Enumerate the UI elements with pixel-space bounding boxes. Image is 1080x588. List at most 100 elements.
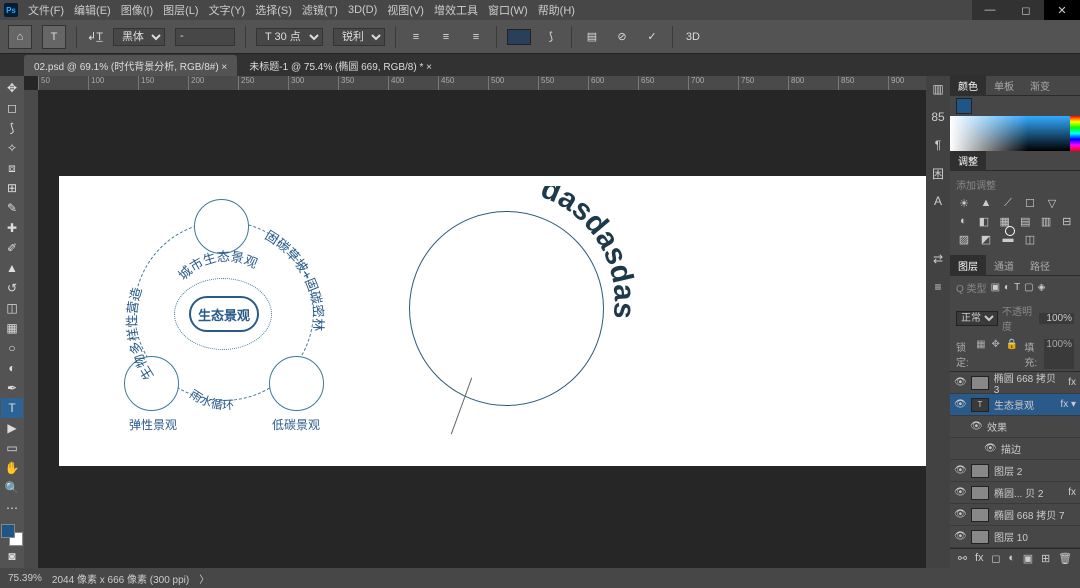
font-style-field[interactable]: -: [175, 28, 235, 46]
zoom-tool[interactable]: 🔍: [1, 478, 23, 498]
cancel-icon[interactable]: ⊘: [612, 27, 632, 47]
antialias-select[interactable]: 锐利: [333, 28, 385, 46]
character-panel-icon[interactable]: 85: [928, 108, 948, 126]
mask-icon[interactable]: ◻: [991, 552, 1000, 565]
document-tab[interactable]: 未标题-1 @ 75.4% (椭圆 669, RGB/8) * ×: [239, 55, 442, 76]
layer-style-icon[interactable]: fx: [975, 552, 984, 565]
lasso-tool[interactable]: ⟆: [1, 118, 23, 138]
adj-levels-icon[interactable]: ▲: [978, 196, 994, 210]
panel-icon[interactable]: ≡: [928, 278, 948, 296]
pen-tool[interactable]: ✒: [1, 378, 23, 398]
maximize-icon[interactable]: ◻: [1008, 0, 1044, 20]
adj-exposure-icon[interactable]: ☐: [1022, 196, 1038, 210]
lock-position-icon[interactable]: ✥: [992, 339, 1000, 369]
tab-gradients[interactable]: 渐变: [1022, 75, 1058, 96]
menu-item[interactable]: 图像(I): [121, 2, 153, 18]
tab-color[interactable]: 颜色: [950, 75, 986, 96]
dodge-tool[interactable]: ◐: [1, 358, 23, 378]
delete-layer-icon[interactable]: 🗑: [1058, 552, 1072, 565]
quickmask-icon[interactable]: ◙: [1, 546, 23, 566]
tab-swatches[interactable]: 单板: [986, 75, 1022, 96]
filter-icon[interactable]: ◈: [1038, 282, 1046, 293]
document-tab[interactable]: 02.psd @ 69.1% (时代背景分析, RGB/8#) ×: [24, 55, 237, 76]
adj-bw-icon[interactable]: ◧: [977, 214, 992, 228]
frame-tool[interactable]: ⊞: [1, 178, 23, 198]
close-icon[interactable]: ✕: [1044, 0, 1080, 20]
font-size-select[interactable]: T 30 点: [256, 28, 323, 46]
marquee-tool[interactable]: ◻: [1, 98, 23, 118]
adj-brightness-icon[interactable]: ☀: [956, 196, 972, 210]
adj-lut-icon[interactable]: ▥: [1039, 214, 1054, 228]
menu-item[interactable]: 3D(D): [348, 4, 377, 16]
text-color-swatch[interactable]: [507, 29, 531, 45]
menu-item[interactable]: 选择(S): [255, 2, 292, 18]
menu-item[interactable]: 编辑(E): [74, 2, 111, 18]
tab-channels[interactable]: 通道: [986, 255, 1022, 276]
heal-tool[interactable]: ✚: [1, 218, 23, 238]
visibility-icon[interactable]: 👁: [970, 421, 982, 432]
color-swatches[interactable]: [1, 524, 23, 546]
layer-row[interactable]: 👁图层 10: [950, 526, 1080, 548]
adj-invert-icon[interactable]: ⊟: [1059, 214, 1074, 228]
blend-mode-select[interactable]: 正常: [956, 311, 998, 326]
layer-row[interactable]: 👁图层 2: [950, 460, 1080, 482]
layer-search[interactable]: Q 类型: [956, 280, 987, 295]
canvas[interactable]: 生态景观 生物多样性营造 固碳草坡+固碳密林 城市生态景观 雨水循环 弹性景观 …: [59, 176, 926, 466]
home-icon[interactable]: ⌂: [8, 25, 32, 49]
eyedropper-tool[interactable]: ✎: [1, 198, 23, 218]
color-picker[interactable]: [950, 116, 1080, 151]
commit-icon[interactable]: ✓: [642, 27, 662, 47]
visibility-icon[interactable]: 👁: [954, 399, 966, 410]
filter-icon[interactable]: ▢: [1024, 282, 1033, 293]
adjustment-layer-icon[interactable]: ◐: [1008, 552, 1015, 565]
tab-layers[interactable]: 图层: [950, 255, 986, 276]
panel-icon[interactable]: ⇄: [928, 250, 948, 268]
crop-tool[interactable]: ⧈: [1, 158, 23, 178]
align-left-icon[interactable]: ≡: [406, 27, 426, 47]
fill-field[interactable]: 100%: [1044, 339, 1074, 369]
layer-row[interactable]: 👁椭圆... 贝 2fx: [950, 482, 1080, 504]
tab-paths[interactable]: 路径: [1022, 255, 1058, 276]
tool-preset-icon[interactable]: T: [42, 25, 66, 49]
panel-icon[interactable]: ▥: [928, 80, 948, 98]
tab-adjustments[interactable]: 调整: [950, 150, 986, 171]
current-color[interactable]: [956, 98, 972, 114]
layer-row[interactable]: 👁T生态景观fx ▾: [950, 394, 1080, 416]
filter-icon[interactable]: T: [1014, 282, 1020, 293]
menu-item[interactable]: 帮助(H): [538, 2, 575, 18]
align-center-icon[interactable]: ≡: [436, 27, 456, 47]
adj-vibrance-icon[interactable]: ▽: [1044, 196, 1060, 210]
menu-item[interactable]: 滤镜(T): [302, 2, 338, 18]
menu-item[interactable]: 窗口(W): [488, 2, 528, 18]
brush-tool[interactable]: ✐: [1, 238, 23, 258]
filter-icon[interactable]: ◐: [1004, 282, 1010, 293]
visibility-icon[interactable]: 👁: [954, 465, 966, 476]
type-tool[interactable]: T: [1, 398, 23, 418]
visibility-icon[interactable]: 👁: [984, 443, 996, 454]
history-brush-tool[interactable]: ↺: [1, 278, 23, 298]
menu-item[interactable]: 文字(Y): [209, 2, 246, 18]
eraser-tool[interactable]: ◫: [1, 298, 23, 318]
visibility-icon[interactable]: 👁: [954, 487, 966, 498]
path-select-tool[interactable]: ▶: [1, 418, 23, 438]
move-tool[interactable]: ✥: [1, 78, 23, 98]
visibility-icon[interactable]: 👁: [954, 377, 966, 388]
adj-thresh-icon[interactable]: ◩: [978, 232, 994, 246]
panel-icon[interactable]: A: [928, 192, 948, 210]
layer-effect[interactable]: 👁效果: [950, 416, 1080, 438]
paragraph-panel-icon[interactable]: ¶: [928, 136, 948, 154]
warp-text-icon[interactable]: ⟆: [541, 27, 561, 47]
3d-icon[interactable]: 3D: [683, 27, 703, 47]
gradient-tool[interactable]: ▦: [1, 318, 23, 338]
align-right-icon[interactable]: ≡: [466, 27, 486, 47]
minimize-icon[interactable]: —: [972, 0, 1008, 20]
group-icon[interactable]: ▣: [1023, 552, 1033, 565]
adj-curves-icon[interactable]: ⟋: [1000, 196, 1016, 210]
font-family-select[interactable]: 黑体: [113, 28, 165, 46]
adj-mixer-icon[interactable]: ▤: [1018, 214, 1033, 228]
layer-row[interactable]: 👁椭圆 668 拷贝 7: [950, 504, 1080, 526]
menu-item[interactable]: 视图(V): [387, 2, 424, 18]
glyphs-panel-icon[interactable]: 困: [928, 164, 948, 182]
adj-hue-icon[interactable]: ◐: [956, 214, 971, 228]
visibility-icon[interactable]: 👁: [954, 509, 966, 520]
